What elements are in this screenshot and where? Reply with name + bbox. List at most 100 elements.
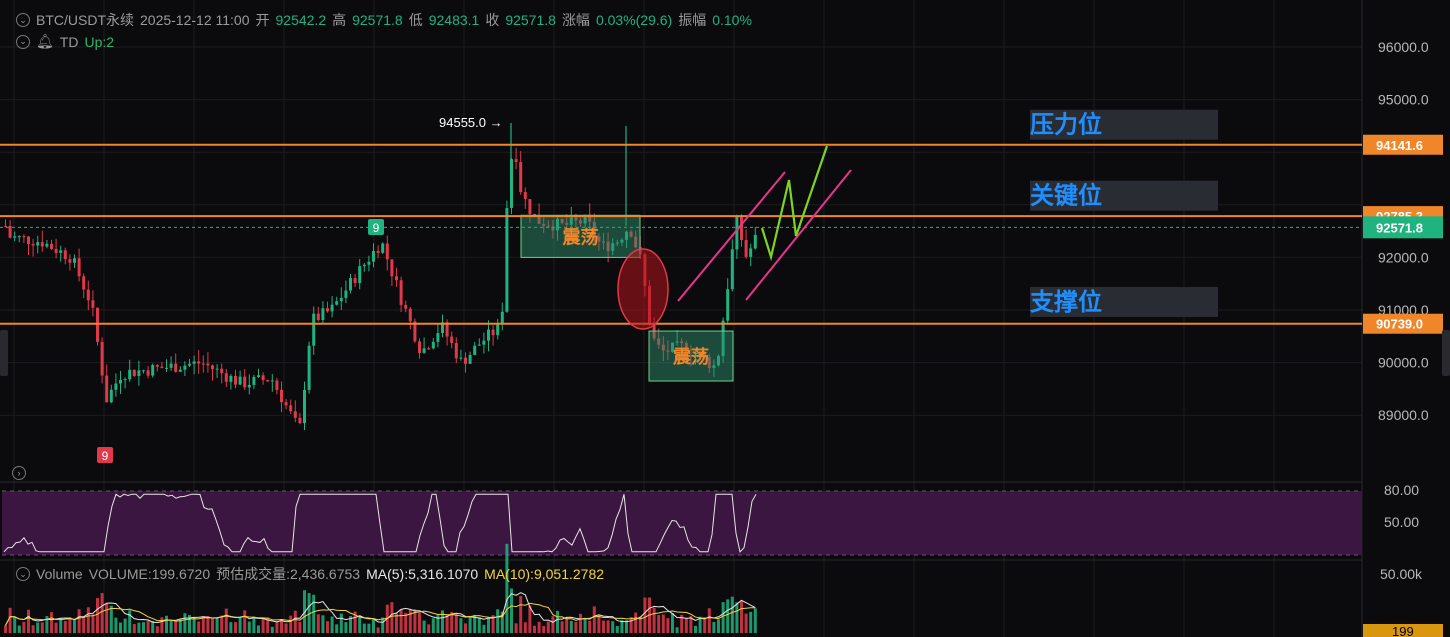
volume-bar [487,617,490,633]
volume-bar [569,620,573,633]
volume-bar [169,620,173,633]
volume-bar [284,623,288,633]
volume-bar [588,620,592,633]
candle-body [500,311,504,324]
volume-bar [151,620,155,633]
candle-time: 2025-12-12 11:00 [140,12,250,28]
candle-body [224,373,228,382]
volume-bar [376,627,380,633]
candle-body [266,380,270,382]
candle-body [211,365,214,370]
candle-body [40,242,44,247]
volume-bar [197,621,201,633]
candle-body [730,249,734,290]
chart-header: ⌄ BTC/USDT永续 2025-12-12 11:00 开 92542.2 … [0,0,1360,64]
volume-bar [684,618,688,633]
volume-bar [606,620,610,633]
right-panel-handle[interactable] [1442,330,1450,376]
volume-bar [82,617,86,633]
volume-bar [556,610,559,633]
candle-body [36,242,40,246]
high-value: 92571.8 [352,12,403,28]
candle-body [427,348,431,350]
collapse-indicator-icon[interactable]: ⌄ [16,34,30,49]
volume-bar [666,618,670,633]
volume-bar [321,615,325,633]
volume-header: ⌄ Volume VOLUME:199.6720 预估成交量:2,436.675… [16,564,604,584]
volume-bar [694,625,697,633]
candle-body [339,297,343,302]
annotation-label: 压力位 [1030,111,1102,139]
volume-bar [86,607,90,633]
volume-bar [73,618,76,633]
candle-body [114,383,118,390]
open-value: 92542.2 [275,12,327,28]
change-value: 0.03%(29.6) [595,12,673,28]
volume-bar [229,622,233,633]
candle-body [100,341,104,376]
candle-body [280,389,283,403]
candle-body [395,276,398,281]
td-marker-label: 9 [373,221,380,235]
volume-bar [546,621,550,633]
bell-icon[interactable]: 🔔︎ [36,33,54,50]
candle-body [178,369,182,372]
volume-bar [634,612,638,633]
volume-bar [477,617,481,633]
candle-body [744,240,748,257]
volume-label[interactable]: Volume [36,566,83,582]
candle-body [27,236,30,245]
high-label: 高 [332,12,347,28]
candle-body [436,333,440,342]
volume-bar [243,610,247,633]
volume-ma10: MA(10):9,051.2782 [484,566,605,582]
volume-bar [523,622,527,633]
expand-rsi-icon[interactable]: › [12,466,26,480]
volume-bar [643,597,647,633]
volume-bar [744,613,748,633]
volume-bar [533,625,536,633]
volume-bar [114,617,118,633]
collapse-icon[interactable]: ⌄ [16,13,30,27]
price-chart-svg[interactable]: 震荡震荡 压力位关键位支撑位 94555.0 →99 96000.095000.… [0,0,1450,637]
candle-body [381,243,385,253]
volume-bar [615,626,619,633]
candle-body [155,365,159,367]
candle-body [270,380,274,382]
candle-body [215,368,219,370]
candle-body [459,357,463,359]
candle-body [740,215,743,241]
y-axis-tick: 90000.0 [1378,355,1429,371]
volume-bar [109,605,113,633]
candle-body [109,389,113,403]
candle-body [243,376,247,388]
volume-bar [17,625,21,633]
volume-last-label: 199 [1392,624,1414,637]
symbol-name[interactable]: BTC/USDT永续 [36,10,134,30]
volume-bar [13,617,17,633]
candle-body [119,380,122,384]
candle-body [183,365,187,370]
volume-bar [330,616,334,633]
td-indicator-name[interactable]: TD [60,34,79,50]
candle-body [418,341,421,353]
volume-bar [96,598,99,633]
chart-area[interactable]: 震荡 震荡 压力位 关键位 支撑位 94555.0 → 9 9 96000.0 95000.… [0,0,1450,637]
amplitude-label: 振幅 [678,12,707,28]
volume-bar [105,603,109,633]
zone-label: 震荡 [563,226,599,248]
volume-bar [422,620,426,633]
candle-body [188,363,191,366]
left-panel-handle[interactable] [0,330,8,376]
y-axis-tick: 95000.0 [1378,92,1429,108]
amplitude-value: 0.10% [712,12,752,28]
candle-body [464,357,467,364]
candle-body [399,280,403,305]
collapse-volume-icon[interactable]: ⌄ [16,567,30,581]
volume-bar [574,621,578,633]
candle-body [261,375,265,381]
candle-body [367,261,371,265]
volume-bar [740,601,743,633]
candle-body [105,375,109,403]
candle-body [238,376,242,385]
